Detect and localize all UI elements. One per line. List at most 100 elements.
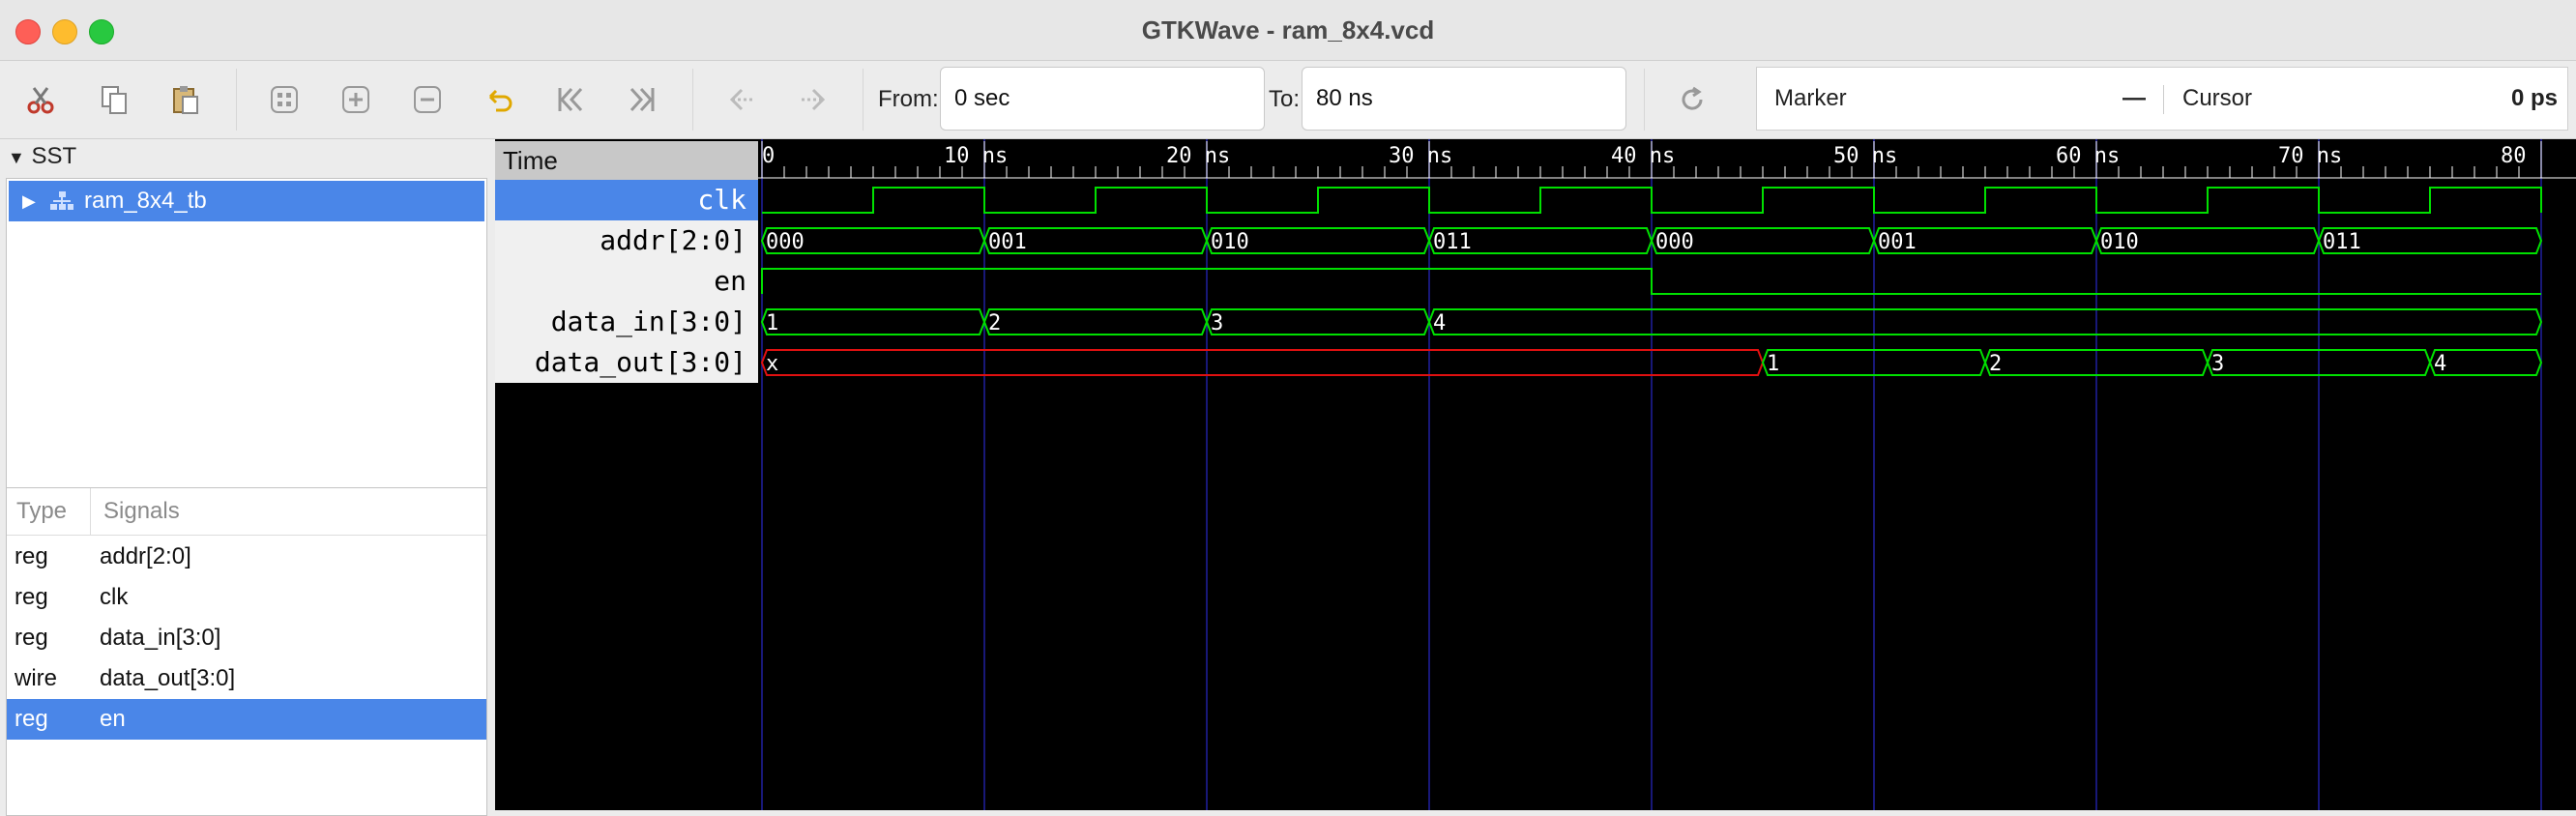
- data-out-value: 3: [2211, 352, 2224, 376]
- time-tick-label: 50 ns: [1833, 144, 1897, 168]
- time-tick-label: 40 ns: [1611, 144, 1675, 168]
- signal-row[interactable]: reg en: [7, 699, 486, 740]
- reload-icon[interactable]: [1673, 80, 1712, 119]
- window-title: GTKWave - ram_8x4.vcd: [1141, 15, 1435, 44]
- toolbar-separator: [1644, 69, 1645, 131]
- first-icon[interactable]: [551, 80, 590, 119]
- signal-type: reg: [15, 706, 48, 732]
- undo-icon[interactable]: [480, 80, 518, 119]
- data-in-value: 2: [988, 311, 1001, 335]
- last-icon[interactable]: [623, 80, 661, 119]
- next-edge-icon[interactable]: [793, 80, 832, 119]
- wave-name-row[interactable]: en: [495, 261, 758, 302]
- time-header-label: Time: [503, 146, 558, 175]
- wave-name-label: clk: [697, 184, 746, 216]
- signal-row[interactable]: reg addr[2:0]: [7, 537, 486, 577]
- signal-row[interactable]: reg clk: [7, 577, 486, 618]
- addr-value: 001: [988, 230, 1027, 254]
- wave-names-pane: Time clk addr[2:0] en data_in[3:0] data_…: [495, 139, 758, 810]
- toolbar: From: 0 sec To: 80 ns Marker — Cursor 0 …: [0, 61, 2576, 139]
- addr-value: 000: [1655, 230, 1694, 254]
- hierarchy-icon: [50, 191, 73, 210]
- wave-name-label: data_out[3:0]: [534, 346, 746, 378]
- from-field[interactable]: 0 sec: [940, 67, 1265, 131]
- addr-value: 011: [1433, 230, 1472, 254]
- zoom-in-icon[interactable]: [337, 80, 375, 119]
- marker-separator: [2163, 85, 2164, 114]
- wave-name-row[interactable]: data_in[3:0]: [495, 302, 758, 342]
- data-out-value: 2: [1989, 352, 2002, 376]
- waveform-pane[interactable]: 0 10 ns 20 ns 30 ns 40 ns 50 ns 60 ns 70 ns 80 00…: [758, 139, 2576, 810]
- data-out-value: 4: [2434, 352, 2446, 376]
- signal-row[interactable]: reg data_in[3:0]: [7, 618, 486, 658]
- data-in-value: 4: [1433, 311, 1446, 335]
- time-tick-label: 20 ns: [1166, 144, 1230, 168]
- signals-list-header: Type Signals: [7, 488, 486, 536]
- to-field[interactable]: 80 ns: [1302, 67, 1626, 131]
- time-tick-label: 0: [762, 144, 775, 168]
- wave-name-label: data_in[3:0]: [550, 306, 746, 337]
- marker-value: —: [2122, 85, 2146, 111]
- wave-name-row[interactable]: addr[2:0]: [495, 220, 758, 261]
- data-in-value: 3: [1211, 311, 1223, 335]
- signal-row[interactable]: wire data_out[3:0]: [7, 658, 486, 699]
- signal-type: reg: [15, 584, 48, 610]
- waveform-canvas[interactable]: 0 10 ns 20 ns 30 ns 40 ns 50 ns 60 ns 70 ns 80 00…: [758, 139, 2576, 810]
- wave-name-row[interactable]: data_out[3:0]: [495, 342, 758, 383]
- copy-icon[interactable]: [95, 80, 133, 119]
- wave-name-label: en: [714, 265, 746, 297]
- zoom-fit-icon[interactable]: [265, 80, 304, 119]
- cursor-value: 0 ps: [2510, 85, 2558, 111]
- zoom-out-icon[interactable]: [408, 80, 447, 119]
- data-in-value: 1: [766, 311, 778, 335]
- time-tick-label: 10 ns: [944, 144, 1008, 168]
- paste-icon[interactable]: [166, 80, 205, 119]
- left-pane: ▼ SST ▶ ram_8x4_tb Type Signals reg addr…: [0, 139, 493, 816]
- expand-triangle-icon[interactable]: ▶: [22, 181, 36, 221]
- data-out-segment: [2428, 349, 2543, 376]
- to-label: To:: [1269, 86, 1301, 112]
- addr-value: 011: [2323, 230, 2361, 254]
- signal-name: data_in[3:0]: [100, 625, 221, 651]
- signal-name: en: [100, 706, 126, 732]
- signal-name: data_out[3:0]: [100, 665, 236, 691]
- sst-tree-label: ram_8x4_tb: [84, 188, 207, 214]
- wave-name-row[interactable]: clk: [495, 180, 758, 220]
- time-tick-label: 80: [2501, 144, 2527, 168]
- title-bar: GTKWave - ram_8x4.vcd: [0, 0, 2576, 61]
- cut-icon[interactable]: [21, 80, 60, 119]
- data-out-value: 1: [1767, 352, 1779, 376]
- data-out-segment: [760, 349, 1765, 376]
- data-out-value: x: [766, 352, 778, 376]
- sst-header[interactable]: ▼ SST: [8, 143, 76, 170]
- marker-label: Marker: [1774, 85, 1847, 111]
- data-in-segment: [760, 308, 986, 335]
- wave-name-label: addr[2:0]: [600, 224, 746, 256]
- addr-value: 001: [1878, 230, 1917, 254]
- marker-cursor-display: Marker — Cursor 0 ps: [1756, 67, 2568, 131]
- addr-value: 000: [766, 230, 805, 254]
- sst-header-label: SST: [31, 143, 77, 169]
- from-label: From:: [878, 86, 939, 112]
- signal-name: clk: [100, 584, 129, 610]
- data-in-segment: [1427, 308, 2543, 335]
- sst-tree-item[interactable]: ▶ ram_8x4_tb: [9, 181, 484, 221]
- toolbar-separator: [863, 69, 864, 131]
- signal-name: addr[2:0]: [100, 543, 191, 569]
- signal-type: reg: [15, 625, 48, 651]
- column-divider: [90, 488, 91, 535]
- signal-type: wire: [15, 665, 58, 691]
- addr-value: 010: [2100, 230, 2139, 254]
- signals-column-header[interactable]: Signals: [103, 498, 180, 525]
- type-column-header[interactable]: Type: [16, 498, 67, 525]
- signal-type: reg: [15, 543, 48, 569]
- cursor-label: Cursor: [2182, 85, 2253, 111]
- collapse-triangle-icon[interactable]: ▼: [8, 148, 25, 167]
- clk-waveform: [762, 187, 2542, 214]
- toolbar-separator: [692, 69, 693, 131]
- addr-value: 010: [1211, 230, 1249, 254]
- prev-edge-icon[interactable]: [723, 80, 762, 119]
- time-tick-label: 60 ns: [2056, 144, 2120, 168]
- time-tick-label: 70 ns: [2278, 144, 2342, 168]
- data-in-segment: [1205, 308, 1431, 335]
